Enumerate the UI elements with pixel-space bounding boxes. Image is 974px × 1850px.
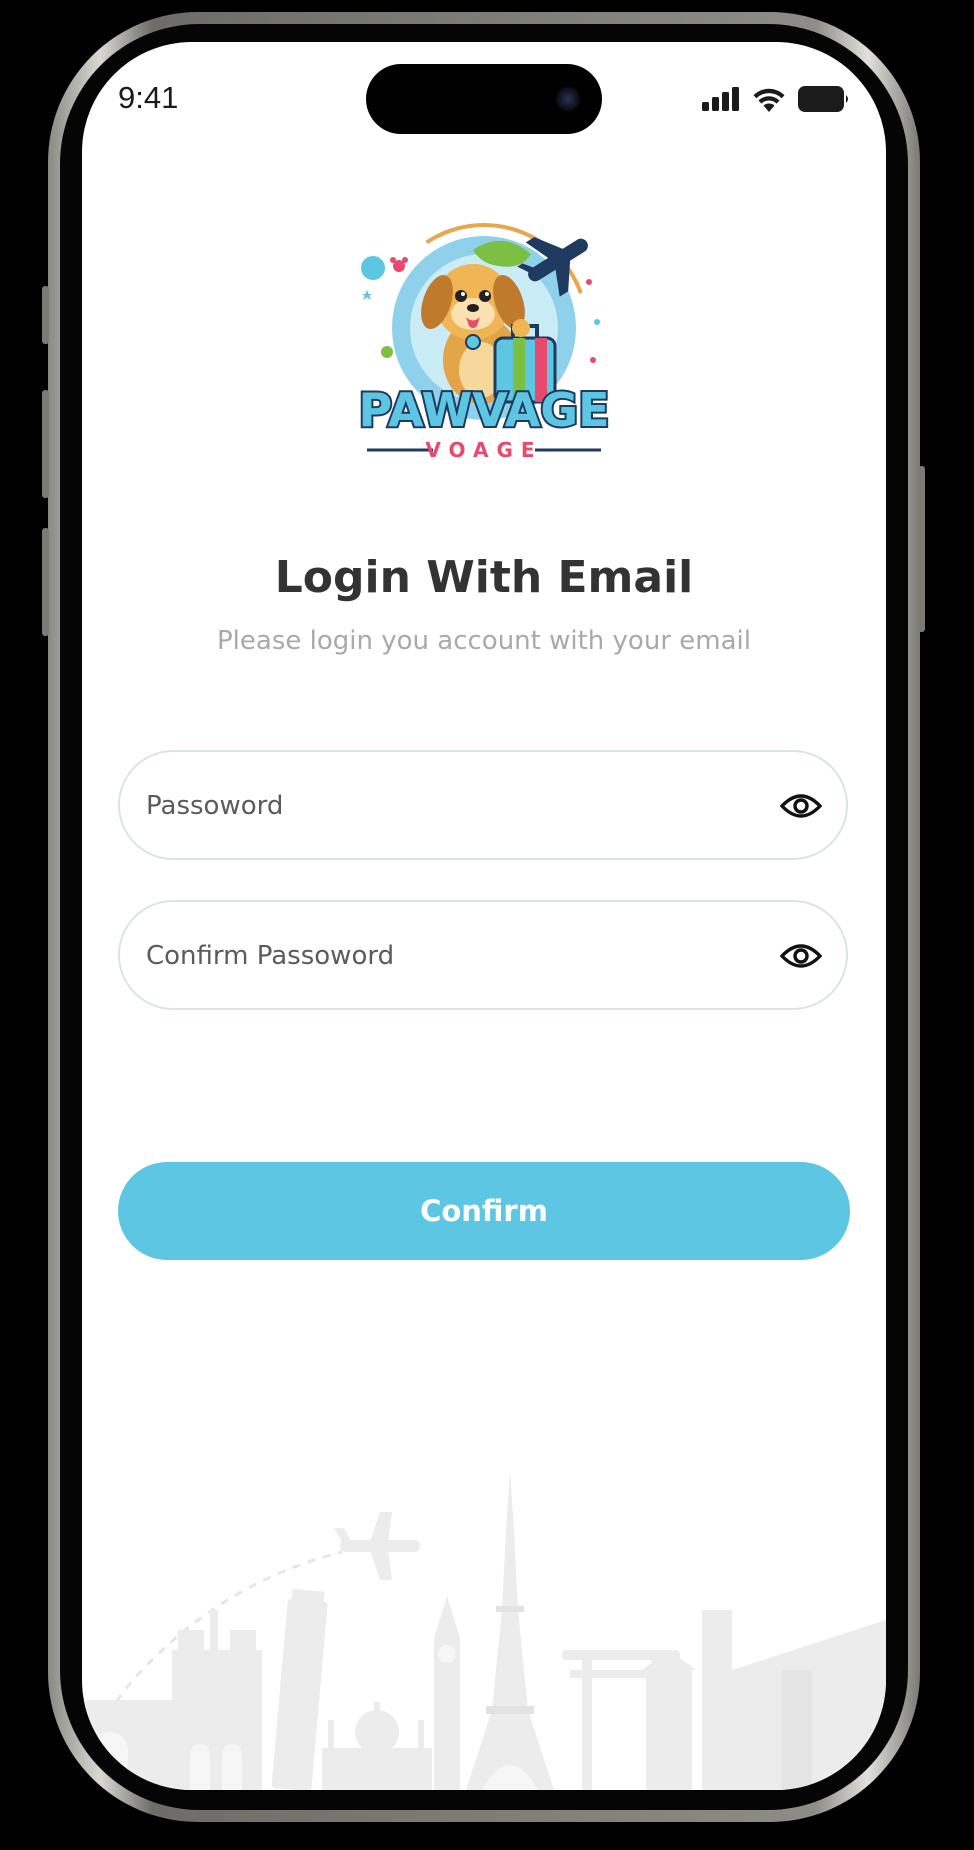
action-button [42,286,49,344]
confirm-password-input[interactable] [144,902,748,1010]
wifi-icon [753,88,785,112]
app-screen: 9:41 PAWVAGE VOAGE Login With Email Plea… [82,42,886,1790]
logo-brand-text: PAWVAGE [358,383,609,437]
camera-icon [556,87,580,111]
logo-sub-text: VOAGE [425,438,542,462]
confirm-password-field [118,900,848,1010]
dynamic-island [366,64,602,134]
status-icons [702,84,850,114]
page-subtitle: Please login you account with your email [217,626,751,656]
confirm-button[interactable]: Confirm [118,1162,850,1260]
eye-icon[interactable] [780,786,822,826]
battery-icon [798,86,848,112]
airplane-icon [334,1512,420,1580]
password-field [118,750,848,860]
volume-down-button [42,528,49,636]
pawvage-logo: PAWVAGE VOAGE [356,223,612,462]
password-input[interactable] [144,752,748,860]
status-time: 9:41 [118,80,179,115]
landmarks-skyline-illustration [82,1470,886,1790]
volume-up-button [42,390,49,498]
cellular-signal-icon [702,87,739,111]
eye-icon[interactable] [780,936,822,976]
page-title: Login With Email [274,552,694,603]
power-button [918,466,925,632]
